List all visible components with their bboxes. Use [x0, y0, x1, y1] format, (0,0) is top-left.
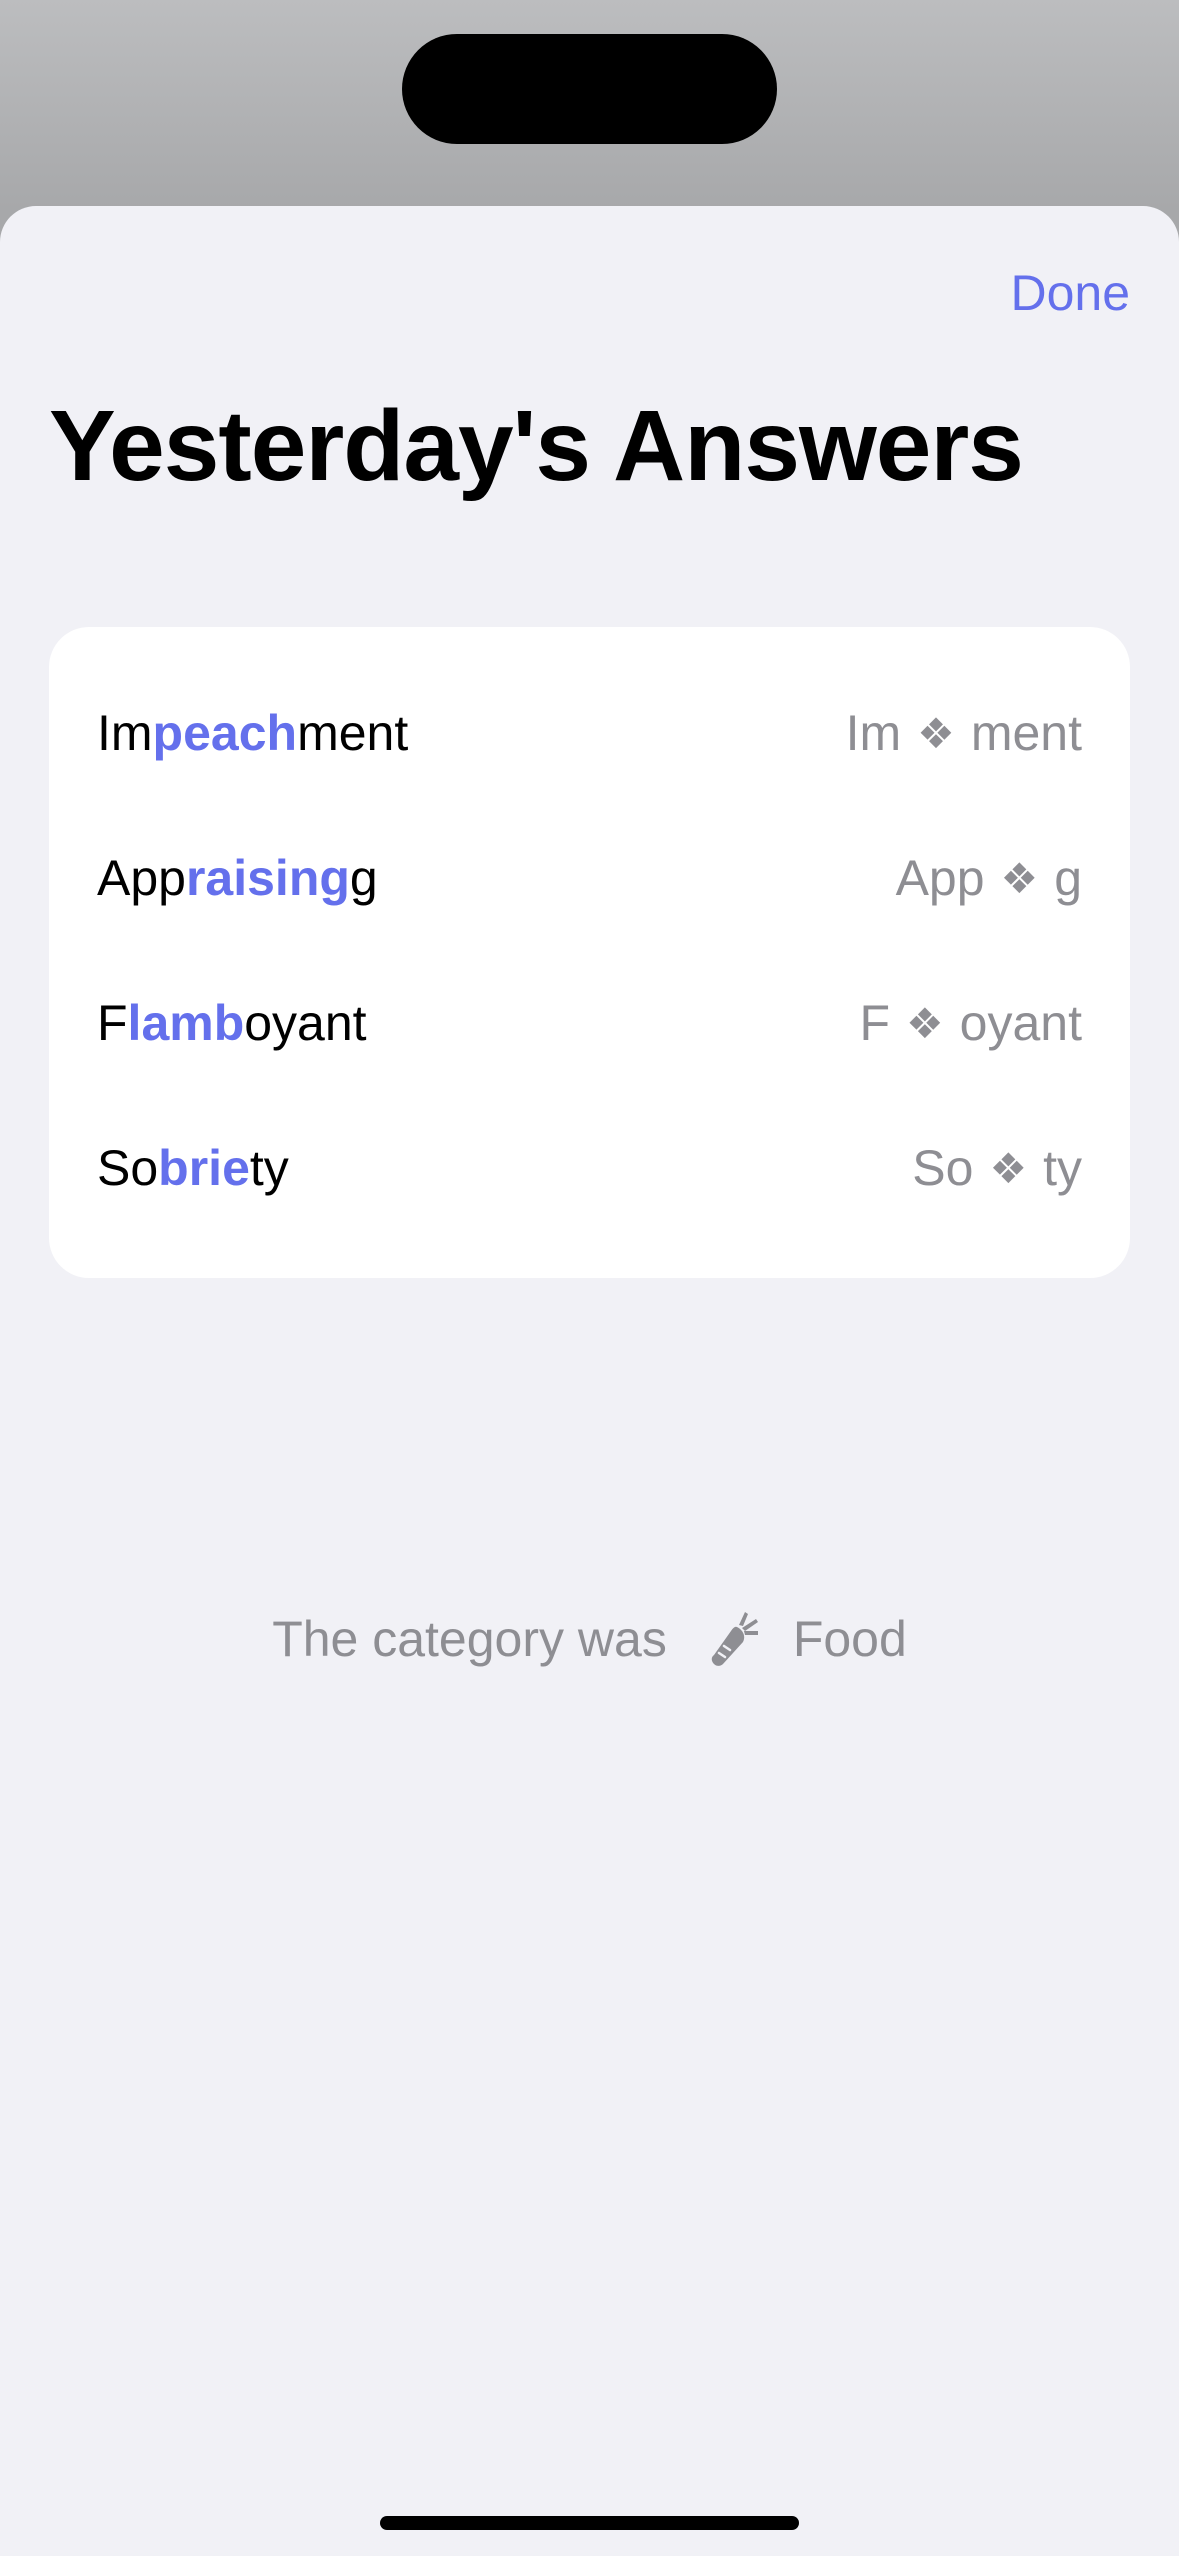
answer-row: Sobriety So ❖ ty — [97, 1128, 1082, 1208]
clue-start: So — [912, 1140, 974, 1196]
answer-hidden-word: lamb — [127, 995, 245, 1051]
dynamic-island — [402, 34, 777, 144]
answer-prefix: So — [97, 1140, 159, 1196]
answer-clue: F ❖ oyant — [859, 994, 1082, 1052]
answer-clue: App ❖ g — [896, 849, 1082, 907]
diamond-icon: ❖ — [917, 709, 955, 757]
answer-suffix: ment — [297, 705, 409, 761]
answer-clue: Im ❖ ment — [846, 704, 1082, 762]
answers-card: Impeachment Im ❖ ment Appraisingg App ❖ g Fl… — [49, 627, 1130, 1278]
category-name: Food — [792, 1611, 907, 1667]
clue-start: F — [859, 995, 891, 1051]
answers-sheet: Done Yesterday's Answers Impeachment Im ❖… — [0, 206, 1179, 2556]
answer-prefix: F — [97, 995, 128, 1051]
diamond-icon: ❖ — [989, 1144, 1028, 1192]
answer-hidden-word: raising — [185, 850, 350, 906]
answer-row: Appraisingg App ❖ g — [97, 838, 1082, 918]
answer-hidden-word: brie — [158, 1140, 250, 1196]
answer-row: Flamboyant F ❖ oyant — [97, 983, 1082, 1063]
clue-start: App — [895, 850, 985, 906]
clue-end: ty — [1043, 1140, 1082, 1196]
diamond-icon: ❖ — [1000, 854, 1039, 902]
clue-end: ment — [970, 705, 1082, 761]
answer-word: Flamboyant — [97, 994, 367, 1052]
done-button[interactable]: Done — [1010, 264, 1130, 322]
diamond-icon: ❖ — [906, 999, 944, 1047]
clue-end: g — [1054, 850, 1082, 906]
answer-word: Appraisingg — [97, 849, 378, 907]
page-title: Yesterday's Answers — [49, 390, 1024, 502]
answer-clue: So ❖ ty — [912, 1139, 1082, 1197]
clue-end: oyant — [959, 995, 1082, 1051]
answer-hidden-word: peach — [152, 705, 298, 761]
answer-word: Sobriety — [97, 1139, 289, 1197]
home-indicator[interactable] — [380, 2516, 799, 2530]
answer-prefix: Im — [97, 705, 153, 761]
answer-row: Impeachment Im ❖ ment — [97, 693, 1082, 773]
carrot-icon — [697, 1606, 763, 1672]
category-line: The category was Food — [0, 1606, 1179, 1672]
answer-suffix: oyant — [244, 995, 367, 1051]
answer-suffix: g — [349, 850, 378, 906]
answer-word: Impeachment — [97, 704, 408, 762]
answer-prefix: App — [97, 850, 186, 906]
answer-suffix: ty — [249, 1140, 289, 1196]
clue-start: Im — [845, 705, 902, 761]
category-prefix: The category was — [272, 1611, 667, 1667]
